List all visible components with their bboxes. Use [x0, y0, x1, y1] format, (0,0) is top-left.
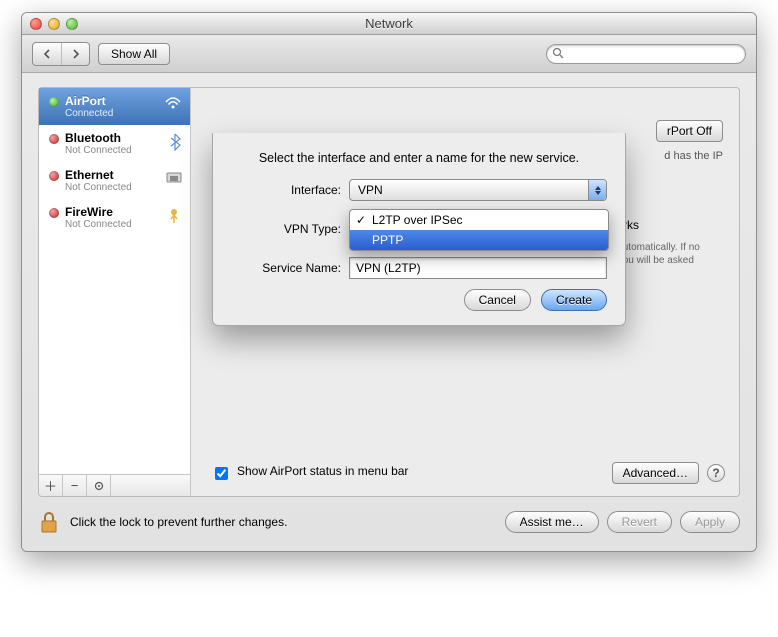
service-actions-button[interactable] [87, 475, 111, 496]
zoom-window-button[interactable] [66, 18, 78, 30]
nav-segmented [32, 42, 90, 66]
lock-icon[interactable] [38, 509, 60, 535]
bottom-bar: Click the lock to prevent further change… [38, 509, 740, 535]
traffic-lights [30, 18, 78, 30]
apply-button[interactable]: Apply [680, 511, 740, 533]
service-status: Connected [65, 108, 113, 119]
chevron-left-icon [42, 49, 52, 59]
checkmark-icon: ✓ [356, 213, 366, 227]
show-all-button[interactable]: Show All [98, 43, 170, 65]
window-title: Network [22, 16, 756, 31]
lock-text: Click the lock to prevent further change… [70, 515, 287, 529]
interface-label: Interface: [231, 183, 341, 197]
status-dot [49, 97, 59, 107]
chevron-right-icon [71, 49, 81, 59]
interface-select[interactable]: VPN [349, 179, 607, 201]
vpn-type-label: VPN Type: [231, 222, 341, 236]
network-window: Network Show All [21, 12, 757, 552]
select-stepper-icon [588, 180, 606, 200]
remove-service-button[interactable]: − [63, 475, 87, 496]
service-status: Not Connected [65, 145, 132, 156]
close-window-button[interactable] [30, 18, 42, 30]
create-button[interactable]: Create [541, 289, 607, 311]
gear-icon [93, 480, 104, 492]
service-name: Bluetooth [65, 131, 132, 145]
help-button[interactable]: ? [707, 464, 725, 482]
back-button[interactable] [33, 43, 61, 65]
status-dot [49, 208, 59, 218]
interface-value: VPN [358, 183, 383, 197]
sidebar-footer: ＋ − [39, 474, 190, 496]
new-service-sheet: Select the interface and enter a name fo… [212, 133, 626, 326]
cancel-button[interactable]: Cancel [464, 289, 531, 311]
service-bluetooth[interactable]: Bluetooth Not Connected [39, 125, 190, 162]
service-name: Ethernet [65, 168, 132, 182]
service-name: AirPort [65, 94, 113, 108]
advanced-button[interactable]: Advanced… [612, 462, 699, 484]
search-wrap [546, 44, 746, 64]
titlebar: Network [22, 13, 756, 35]
bluetooth-icon [168, 133, 182, 151]
service-name-input[interactable] [349, 257, 607, 279]
add-service-button[interactable]: ＋ [39, 475, 63, 496]
search-input[interactable] [546, 44, 746, 64]
ethernet-icon [166, 170, 182, 184]
service-firewire[interactable]: FireWire Not Connected [39, 199, 190, 236]
vpn-type-option-pptp[interactable]: PPTP [350, 230, 608, 250]
toolbar: Show All [22, 35, 756, 73]
revert-button[interactable]: Revert [607, 511, 672, 533]
service-airport[interactable]: AirPort Connected [39, 88, 190, 125]
vpn-type-option-l2tp[interactable]: ✓ L2TP over IPSec [350, 210, 608, 230]
firewire-icon [166, 207, 182, 225]
service-name-label: Service Name: [231, 261, 341, 275]
search-icon [552, 47, 564, 59]
service-sidebar: AirPort Connected Bluetooth Not Connecte… [39, 88, 191, 496]
status-dot [49, 134, 59, 144]
service-status: Not Connected [65, 219, 132, 230]
assist-button[interactable]: Assist me… [505, 511, 599, 533]
service-ethernet[interactable]: Ethernet Not Connected [39, 162, 190, 199]
status-dot [49, 171, 59, 181]
vpn-type-dropdown: ✓ L2TP over IPSec PPTP [349, 209, 609, 251]
forward-button[interactable] [61, 43, 89, 65]
body: AirPort Connected Bluetooth Not Connecte… [22, 73, 756, 551]
show-status-label: Show AirPort status in menu bar [237, 464, 408, 478]
turn-airport-off-button[interactable]: rPort Off [656, 120, 723, 142]
show-status-checkbox[interactable] [215, 467, 228, 480]
sheet-message: Select the interface and enter a name fo… [231, 151, 607, 165]
wifi-icon [164, 96, 182, 110]
minimize-window-button[interactable] [48, 18, 60, 30]
service-status: Not Connected [65, 182, 132, 193]
service-name: FireWire [65, 205, 132, 219]
